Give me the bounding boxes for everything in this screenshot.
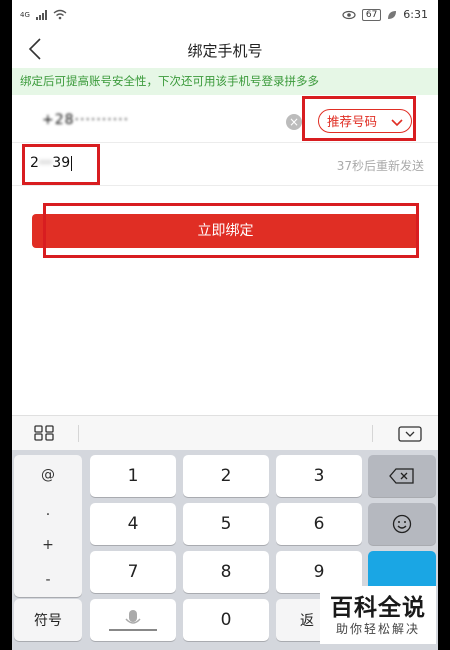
battery-level: 67 (365, 9, 378, 20)
symbol-column: @ . + - (14, 455, 82, 597)
code-suffix: 39 (52, 155, 71, 171)
key-dot[interactable]: . (14, 503, 82, 519)
bind-now-button[interactable]: 立即绑定 (32, 214, 419, 248)
emoji-key[interactable] (368, 503, 436, 545)
battery-icon: 67 (361, 8, 382, 21)
keyboard-hide-icon[interactable] (398, 426, 422, 442)
backspace-key[interactable] (368, 455, 436, 497)
key-at[interactable]: @ (14, 467, 82, 483)
chevron-down-icon (391, 119, 403, 127)
page-title: 绑定手机号 (187, 42, 263, 60)
clock: 6:31 (403, 8, 428, 21)
recommend-number-label: 推荐号码 (327, 114, 378, 129)
nav-bar: 绑定手机号 (12, 30, 438, 68)
verification-code-row: 2···39 37秒后重新发送 (12, 143, 438, 186)
key-minus[interactable]: - (14, 572, 82, 588)
key-2[interactable]: 2 (183, 455, 269, 497)
keyboard-toolbar (12, 415, 438, 451)
symbols-key[interactable]: 符号 (14, 599, 82, 641)
key-8[interactable]: 8 (183, 551, 269, 593)
smiley-icon (392, 514, 412, 534)
voice-key[interactable] (90, 599, 176, 641)
backspace-icon (389, 468, 414, 484)
watermark-logo: 百科全说 助你轻松解决 (320, 586, 436, 644)
clear-icon[interactable]: × (286, 114, 302, 130)
key-4[interactable]: 4 (90, 503, 176, 545)
key-0[interactable]: 0 (183, 599, 269, 641)
security-tip-banner: 绑定后可提高账号安全性，下次还可用该手机号登录拼多多 (12, 68, 438, 95)
phone-number-row: +28·········· × 推荐号码 (12, 100, 438, 143)
phone-number-input[interactable]: +28·········· (42, 112, 129, 128)
watermark-title: 百科全说 (330, 595, 426, 621)
network-label: 4G (20, 10, 30, 19)
verification-code-input[interactable]: 2···39 (30, 155, 73, 171)
watermark-subtitle: 助你轻松解决 (335, 622, 420, 636)
phone-screen: 4G 67 6:31 绑定手机号 绑定后可提高账号安全性，下次还可用该手机号登录… (12, 0, 438, 650)
key-plus[interactable]: + (14, 537, 82, 553)
eye-comfort-icon (342, 10, 356, 19)
grid-icon[interactable] (34, 425, 54, 441)
signal-icon (35, 9, 47, 20)
resend-countdown: 37秒后重新发送 (336, 159, 424, 173)
recommend-number-button[interactable]: 推荐号码 (318, 109, 412, 133)
text-cursor (71, 155, 73, 171)
wifi-icon (53, 9, 67, 20)
code-middle: ··· (38, 155, 53, 171)
key-1[interactable]: 1 (90, 455, 176, 497)
key-7[interactable]: 7 (90, 551, 176, 593)
toolbar-divider (78, 425, 79, 442)
leaf-icon (388, 10, 397, 19)
key-6[interactable]: 6 (276, 503, 362, 545)
status-bar: 4G 67 6:31 (12, 0, 438, 30)
key-3[interactable]: 3 (276, 455, 362, 497)
toolbar-divider (372, 425, 373, 442)
microphone-icon (109, 610, 157, 631)
code-prefix: 2 (30, 155, 39, 171)
key-5[interactable]: 5 (183, 503, 269, 545)
